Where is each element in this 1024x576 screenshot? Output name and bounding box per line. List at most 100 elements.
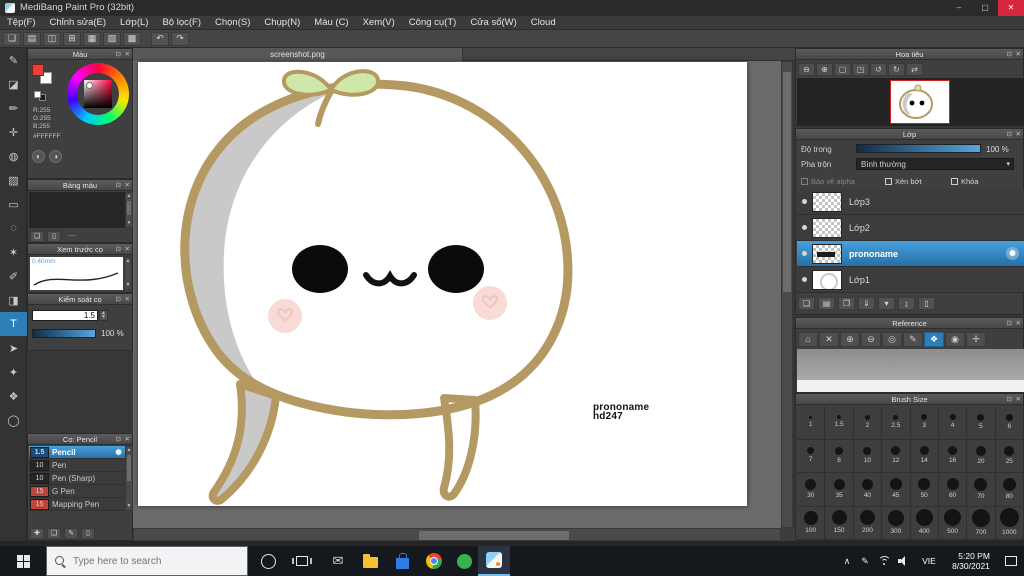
tray-expand-button[interactable]: ∧	[838, 546, 856, 576]
float-panel-icon[interactable]: ⊡	[116, 434, 121, 445]
actual-pixels-icon[interactable]: ◳	[852, 62, 869, 76]
blend-mode-select[interactable]: Bình thường ▾	[856, 158, 1014, 170]
foreground-color-swatch[interactable]	[32, 64, 44, 76]
maximize-button[interactable]: ▢	[972, 0, 998, 16]
scroll-up-icon[interactable]: ▲	[126, 447, 132, 454]
layer-row[interactable]: Lớp2 ✺	[797, 215, 1024, 241]
brush-size-cell[interactable]: 45	[882, 473, 911, 507]
float-panel-icon[interactable]: ⊡	[1007, 394, 1012, 405]
brush-size-cell[interactable]: 4	[938, 406, 968, 440]
snap-grid-icon[interactable]: ▨	[103, 31, 121, 46]
tray-pen-button[interactable]: ✎	[856, 546, 874, 576]
color-wheel[interactable]	[67, 63, 129, 125]
grid-view-icon[interactable]: ▦	[83, 31, 101, 46]
brush-size-cell[interactable]: 40	[853, 473, 883, 507]
brush-size-cell[interactable]: 2.5	[882, 406, 911, 440]
task-view-button[interactable]	[286, 546, 318, 576]
cortana-button[interactable]	[252, 546, 284, 576]
canvas-horizontal-scrollbar[interactable]	[133, 528, 781, 541]
add-folder-icon[interactable]: ▤	[818, 297, 835, 310]
brush-size-cell[interactable]: 8	[825, 439, 854, 473]
zoom-in-icon[interactable]: ⊕	[816, 62, 833, 76]
reference-header[interactable]: Reference ⊡ ✕	[796, 318, 1023, 329]
zoom-out-icon[interactable]: ⊖	[861, 331, 881, 347]
file-explorer-button[interactable]	[354, 546, 386, 576]
color-wheel-mode-icon[interactable]: ◐	[32, 150, 45, 163]
scrollbar-thumb[interactable]	[419, 531, 569, 540]
delete-layer-icon[interactable]: ▯	[918, 297, 935, 310]
reset-view-icon[interactable]: ◎	[882, 331, 902, 347]
menu-item[interactable]: Chọn(S)	[208, 16, 257, 30]
close-panel-icon[interactable]: ✕	[125, 294, 130, 305]
brush-preview-header[interactable]: Xem trước cọ ⊡ ✕	[28, 244, 132, 255]
brush-size-cell[interactable]: 1.5	[825, 406, 854, 440]
brush-size-cell[interactable]: 25	[995, 439, 1024, 473]
greenshot-button[interactable]	[448, 546, 480, 576]
rotate-left-icon[interactable]: ↺	[870, 62, 887, 76]
volume-button[interactable]	[894, 546, 914, 576]
layer-opacity-slider[interactable]	[856, 144, 981, 153]
brush-size-cell[interactable]: 700	[967, 506, 996, 540]
brush-tool[interactable]: ✎	[0, 48, 27, 72]
redo-icon[interactable]: ↷	[171, 31, 189, 46]
layer-visibility-dot[interactable]	[802, 251, 807, 256]
brush-size-cell[interactable]: 500	[938, 506, 968, 540]
brush-width-field[interactable]: 1.5	[32, 310, 98, 321]
brush-row[interactable]: 1.5 Pencil ✺	[29, 446, 125, 459]
float-panel-icon[interactable]: ⊡	[116, 49, 121, 60]
add-color-icon[interactable]: ❏	[30, 230, 44, 242]
merge-down-icon[interactable]: ⇓	[858, 297, 875, 310]
zoom-out-icon[interactable]: ⊖	[798, 62, 815, 76]
taskbar-search[interactable]	[46, 546, 248, 576]
scrollbar-thumb[interactable]	[127, 455, 131, 481]
layer-row[interactable]: Lớp1 ✺	[797, 267, 1024, 293]
rotate-right-icon[interactable]: ↻	[888, 62, 905, 76]
float-panel-icon[interactable]: ⊡	[116, 294, 121, 305]
float-panel-icon[interactable]: ⊡	[116, 244, 121, 255]
layer-visibility-dot[interactable]	[802, 199, 807, 204]
brush-size-cell[interactable]: 1000	[995, 506, 1024, 540]
hand-icon[interactable]: ❖	[924, 331, 944, 347]
hand-tool[interactable]: ❖	[0, 384, 27, 408]
brush-row[interactable]: 10 Pen (Sharp) ✺	[29, 472, 125, 485]
brush-opacity-slider[interactable]	[32, 329, 96, 338]
menu-item[interactable]: Bộ lọc(F)	[155, 16, 208, 30]
navigator-header[interactable]: Hoa tiêu ⊡ ✕	[796, 49, 1023, 60]
clear-icon[interactable]: ✕	[819, 331, 839, 347]
reference-preview-area[interactable]	[797, 349, 1024, 380]
scrollbar-thumb[interactable]	[783, 72, 791, 292]
reorder-layer-icon[interactable]: ↨	[898, 297, 915, 310]
close-panel-icon[interactable]: ✕	[125, 180, 130, 191]
brush-size-cell[interactable]: 35	[825, 473, 854, 507]
float-panel-icon[interactable]: ⊡	[1007, 49, 1012, 60]
menu-item[interactable]: Lớp(L)	[113, 16, 155, 30]
text-tool[interactable]: T	[0, 312, 27, 336]
menu-item[interactable]: Cloud	[524, 16, 563, 30]
menu-item[interactable]: Tệp(F)	[0, 16, 43, 30]
add-brush-icon[interactable]: ✚	[30, 527, 44, 539]
material-panel-icon[interactable]: ▩	[123, 31, 141, 46]
layer-settings-icon[interactable]: ✺	[1006, 247, 1019, 260]
loupe-icon[interactable]: ◉	[945, 331, 965, 347]
zoom-in-icon[interactable]: ⊕	[840, 331, 860, 347]
network-button[interactable]	[874, 546, 894, 576]
float-panel-icon[interactable]: ⊡	[1007, 129, 1012, 140]
undo-icon[interactable]: ↶	[151, 31, 169, 46]
scroll-down-icon[interactable]: ▼	[126, 220, 132, 227]
select-rect-tool[interactable]: ▭	[0, 192, 27, 216]
layer-row[interactable]: prononame ✺	[797, 241, 1024, 267]
save-file-icon[interactable]: ◫	[43, 31, 61, 46]
eraser-tool[interactable]: ◪	[0, 72, 27, 96]
brush-size-cell[interactable]: 10	[853, 439, 883, 473]
layer-menu-icon[interactable]: ▾	[878, 297, 895, 310]
crosshair-icon[interactable]: ✛	[966, 331, 986, 347]
move-tool[interactable]: ✛	[0, 120, 27, 144]
canvas-size-icon[interactable]: ⊞	[63, 31, 81, 46]
brush-preview-scrollbar[interactable]: ▲ ▼	[124, 257, 132, 290]
protect-alpha-checkbox[interactable]: Bảo vệ alpha	[801, 171, 885, 189]
brush-size-cell[interactable]: 3	[910, 406, 939, 440]
brush-size-cell[interactable]: 200	[853, 506, 883, 540]
brush-row[interactable]: 15 G Pen ✺	[29, 485, 125, 498]
close-panel-icon[interactable]: ✕	[1016, 394, 1021, 405]
fill-tool[interactable]: ◍	[0, 144, 27, 168]
